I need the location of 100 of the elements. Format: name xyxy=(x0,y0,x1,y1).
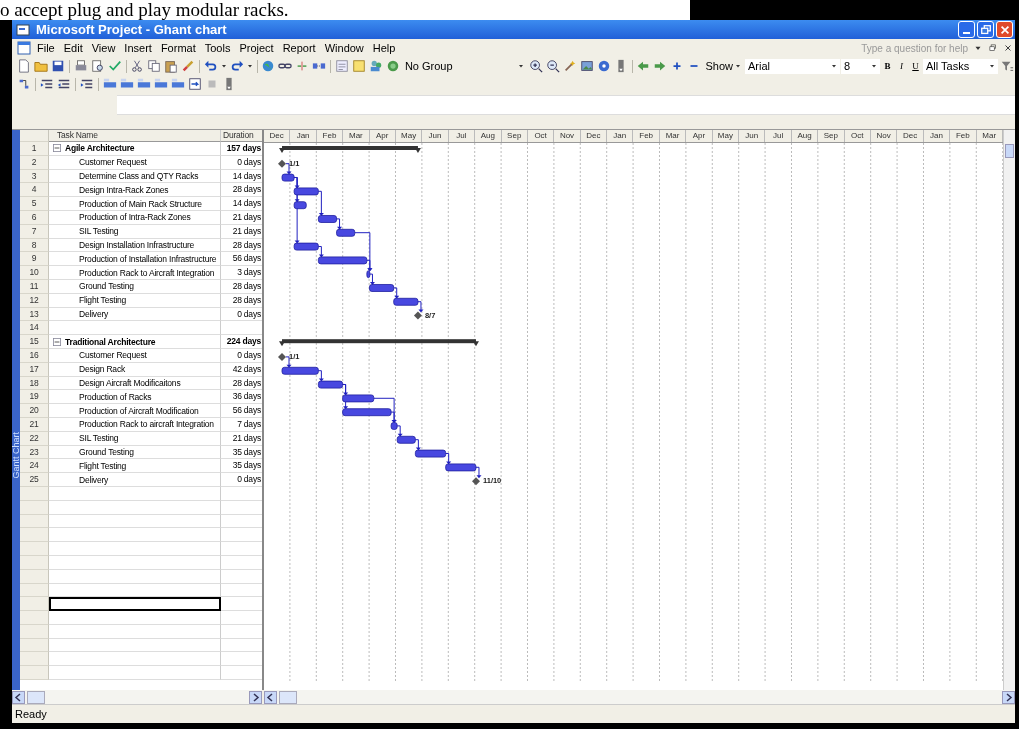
menu-item[interactable]: View xyxy=(87,42,120,54)
task-bar[interactable] xyxy=(396,435,416,444)
row-number[interactable]: 9 xyxy=(20,252,49,267)
row-number[interactable]: 4 xyxy=(20,183,49,198)
brush-icon[interactable] xyxy=(181,59,196,73)
menu-item[interactable]: Help xyxy=(368,42,400,54)
caret-icon[interactable] xyxy=(516,62,525,70)
close-icon[interactable] xyxy=(1003,43,1013,53)
picture-icon[interactable] xyxy=(579,59,594,73)
task-information-icon[interactable] xyxy=(334,59,349,73)
menu-item[interactable]: File xyxy=(33,42,59,54)
scroll-right-icon[interactable] xyxy=(249,690,262,704)
bold-button[interactable]: B xyxy=(881,61,894,71)
row-number[interactable]: 20 xyxy=(20,404,49,418)
scrollbar-thumb[interactable] xyxy=(27,690,45,704)
task-bar[interactable] xyxy=(293,201,307,210)
caret-icon[interactable] xyxy=(734,62,742,70)
milestone-marker[interactable] xyxy=(472,477,480,486)
menu-item[interactable]: Window xyxy=(320,42,368,54)
row-number[interactable]: 24 xyxy=(20,459,49,474)
task-bar[interactable] xyxy=(414,449,447,458)
filter-dropdown[interactable]: All Tasks xyxy=(923,58,998,74)
percent-complete-icon[interactable] xyxy=(120,77,134,91)
table-cell[interactable] xyxy=(49,652,221,667)
spelling-check-icon[interactable] xyxy=(107,59,122,73)
milestone-marker[interactable] xyxy=(278,353,286,361)
zoom-in-icon[interactable] xyxy=(528,59,543,73)
task-bar[interactable] xyxy=(281,366,319,375)
collapse-icon[interactable] xyxy=(53,337,61,346)
table-cell[interactable] xyxy=(49,624,221,639)
font-dropdown[interactable]: Arial xyxy=(745,58,840,74)
scissors-icon[interactable] xyxy=(130,59,145,73)
percent-complete-icon[interactable] xyxy=(103,77,117,91)
row-number[interactable]: 15 xyxy=(20,335,49,349)
selected-cell[interactable] xyxy=(49,597,221,612)
select-all-cell[interactable] xyxy=(20,130,49,142)
caret-icon[interactable] xyxy=(245,62,254,70)
undo-icon[interactable] xyxy=(203,59,218,73)
caret-icon[interactable] xyxy=(870,62,878,70)
restore-button[interactable] xyxy=(977,21,994,38)
row-number[interactable]: 1 xyxy=(20,142,49,156)
task-bar[interactable] xyxy=(317,215,337,223)
task-bar[interactable] xyxy=(336,228,356,237)
summary-bar[interactable] xyxy=(279,146,421,153)
task-bar[interactable] xyxy=(445,463,477,472)
show-button[interactable]: Show xyxy=(703,60,744,72)
autofilter-icon[interactable] xyxy=(1000,59,1014,73)
percent-complete-icon[interactable] xyxy=(154,77,168,91)
table-cell[interactable] xyxy=(49,638,221,653)
minimize-button[interactable] xyxy=(958,21,975,38)
help-field[interactable]: Type a question for help xyxy=(836,41,970,55)
table-cell[interactable] xyxy=(49,500,221,515)
document-icon[interactable] xyxy=(16,40,32,56)
entry-field[interactable] xyxy=(117,95,1015,115)
menu-item[interactable]: Project xyxy=(235,42,278,54)
table-cell[interactable] xyxy=(49,569,221,584)
task-bar[interactable] xyxy=(317,256,368,265)
update-tasks-icon[interactable] xyxy=(188,77,202,91)
caret-icon[interactable] xyxy=(219,62,228,70)
menu-item[interactable]: Edit xyxy=(59,42,87,54)
scroll-left-icon[interactable] xyxy=(264,690,277,704)
wand-icon[interactable] xyxy=(562,59,577,73)
note-icon[interactable] xyxy=(351,59,366,73)
new-document-icon[interactable] xyxy=(17,59,31,73)
right-arrow-icon[interactable] xyxy=(653,59,668,73)
italic-button[interactable]: I xyxy=(895,61,908,71)
menu-item[interactable]: Report xyxy=(278,42,320,54)
indent-icon[interactable] xyxy=(40,77,54,91)
row-number[interactable]: 19 xyxy=(20,390,49,405)
task-bar[interactable] xyxy=(293,187,319,196)
task-bar[interactable] xyxy=(390,422,398,430)
font-size-dropdown[interactable]: 8 xyxy=(841,58,880,74)
caret-icon[interactable] xyxy=(988,62,996,70)
left-arrow-icon[interactable] xyxy=(636,59,651,73)
print-preview-icon[interactable] xyxy=(90,59,105,73)
menu-item[interactable]: Format xyxy=(156,42,200,54)
scrollbar-thumb[interactable] xyxy=(279,690,297,704)
horizontal-scrollbar[interactable] xyxy=(264,690,1015,704)
table-cell[interactable] xyxy=(49,486,221,501)
printer-icon[interactable] xyxy=(73,59,88,73)
summary-bar[interactable] xyxy=(279,339,479,347)
milestone-marker[interactable] xyxy=(278,159,286,168)
row-number[interactable]: 10 xyxy=(20,266,49,280)
collapse-icon[interactable] xyxy=(53,144,61,153)
horizontal-scrollbar[interactable] xyxy=(12,690,262,704)
vertical-scrollbar[interactable] xyxy=(1003,130,1015,690)
view-label[interactable]: Gantt Chart xyxy=(11,431,21,479)
row-number[interactable]: 5 xyxy=(20,197,49,211)
task-bar[interactable] xyxy=(342,394,375,403)
row-number[interactable]: 14 xyxy=(20,321,49,336)
milestone-marker[interactable] xyxy=(413,311,422,320)
table-cell[interactable] xyxy=(49,514,221,529)
column-header[interactable]: Task Name xyxy=(49,130,221,142)
task-bar[interactable] xyxy=(281,173,295,182)
close-button[interactable] xyxy=(996,21,1013,38)
table-cell[interactable] xyxy=(49,666,221,681)
outdent-icon[interactable] xyxy=(57,77,71,91)
redo-icon[interactable] xyxy=(229,59,244,73)
menu-item[interactable]: Tools xyxy=(200,42,235,54)
table-cell[interactable] xyxy=(49,528,221,543)
